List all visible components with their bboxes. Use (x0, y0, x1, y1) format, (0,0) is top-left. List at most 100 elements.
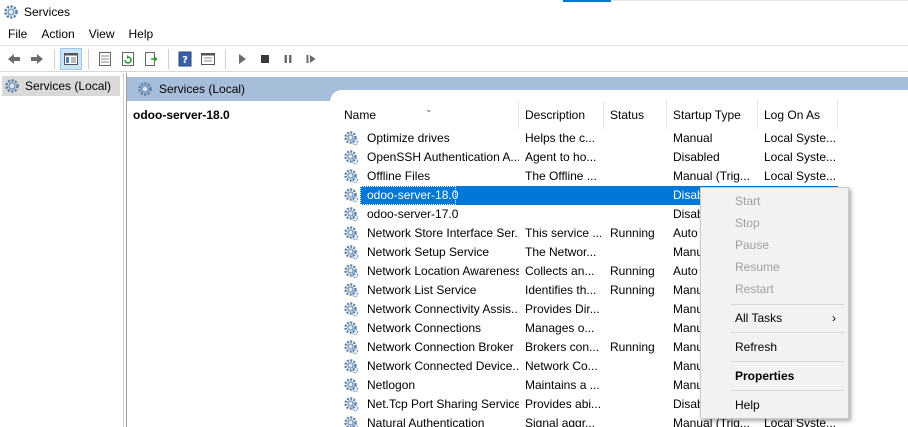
context-menu-separator (731, 361, 844, 362)
resume-service-button[interactable] (300, 48, 322, 70)
start-service-button[interactable] (231, 48, 253, 70)
cell-name: Network Connections (367, 321, 482, 335)
export-button[interactable] (140, 48, 162, 70)
context-menu-pause[interactable]: Pause (701, 234, 848, 256)
cell-status (610, 357, 665, 376)
svg-text:?: ? (182, 55, 188, 66)
toolbar: ? (0, 45, 908, 72)
cell-name: Network Connectivity Assis... (367, 302, 519, 316)
context-menu-stop[interactable]: Stop (701, 212, 848, 234)
console-tree: Services (Local) (0, 73, 124, 427)
cell-description: Provides Dir... (525, 302, 600, 316)
cell-name: Network List Service (367, 283, 477, 297)
cell-status: Running (610, 226, 655, 240)
cell-status (610, 376, 665, 395)
cell-startup: Manual (Trig... (673, 169, 750, 183)
cell-name: Network Connection Broker (367, 340, 514, 354)
arrow-left-icon (8, 53, 20, 64)
cell-description: Maintains a ... (525, 378, 600, 392)
toolbar-separator (88, 48, 89, 69)
context-menu-resume[interactable]: Resume (701, 256, 848, 278)
table-row[interactable]: OpenSSH Authentication A... Agent to ho..… (338, 148, 908, 167)
selected-service-title: odoo-server-18.0 (133, 108, 230, 122)
menu-action[interactable]: Action (34, 27, 81, 41)
cell-name: odoo-server-18.0 (367, 188, 459, 202)
context-menu-all-tasks[interactable]: All Tasks › (701, 307, 848, 329)
context-menu: Start Stop Pause Resume Restart All Task… (700, 187, 849, 419)
gear-icon (344, 302, 359, 317)
toolbar-separator (168, 48, 169, 69)
toolbar-separator (225, 48, 226, 69)
export-list-icon (99, 51, 111, 66)
table-row[interactable]: Offline Files The Offline ... Manual (Trig… (338, 167, 908, 186)
column-header-status[interactable]: Status (604, 101, 667, 129)
cell-description: The Offline ... (525, 169, 597, 183)
cell-status (610, 319, 665, 338)
cell-description (525, 186, 601, 205)
pane-header-label: Services (Local) (159, 82, 246, 96)
context-menu-start[interactable]: Start (701, 190, 848, 212)
column-header-log-on-as[interactable]: Log On As (758, 101, 838, 129)
cell-name: OpenSSH Authentication A... (367, 150, 519, 164)
cell-description: Signal aggr... (525, 416, 596, 427)
context-menu-separator (731, 332, 844, 333)
resume-icon (306, 54, 316, 63)
help-button[interactable]: ? (174, 48, 196, 70)
stop-service-button[interactable] (254, 48, 276, 70)
arrow-right-icon (31, 53, 43, 64)
cell-description (525, 205, 601, 224)
context-menu-refresh[interactable]: Refresh (701, 336, 848, 358)
pause-icon (284, 54, 292, 63)
gear-icon (344, 359, 359, 374)
gear-icon (344, 264, 359, 279)
cell-name: odoo-server-17.0 (367, 207, 459, 221)
cell-status (610, 129, 665, 148)
refresh-button[interactable] (117, 48, 139, 70)
cell-name: Net.Tcp Port Sharing Service (367, 397, 519, 411)
sort-chevron-icon: ⌄ (425, 104, 433, 114)
cell-description: Collects an... (525, 264, 595, 278)
cell-description: Manages o... (525, 321, 595, 335)
context-menu-separator (731, 390, 844, 391)
column-header-label: Log On As (764, 108, 821, 122)
table-row[interactable]: Optimize drives Helps the c... Manual Local… (338, 129, 908, 148)
context-menu-all-tasks-label: All Tasks (735, 311, 783, 325)
title-accent (563, 0, 611, 2)
export-icon (145, 51, 158, 66)
cell-logon: Local Syste... (764, 131, 836, 145)
column-header-label: Description (525, 108, 586, 122)
toolbar-separator (54, 48, 55, 69)
tree-node-services-local[interactable]: Services (Local) (2, 76, 120, 96)
properties-view-button[interactable] (197, 48, 219, 70)
stop-icon (261, 54, 269, 63)
cell-status (610, 395, 665, 414)
gear-icon (344, 283, 359, 298)
context-menu-help[interactable]: Help (701, 394, 848, 416)
show-hide-console-tree-button[interactable] (60, 47, 82, 70)
menu-help[interactable]: Help (122, 27, 161, 41)
gear-icon (344, 378, 359, 393)
menu-file[interactable]: File (0, 27, 34, 41)
forward-button[interactable] (26, 48, 48, 70)
title-accent-line (611, 0, 908, 1)
context-menu-properties[interactable]: Properties (701, 365, 848, 387)
column-header-startup-type[interactable]: Startup Type (667, 101, 758, 129)
menu-view[interactable]: View (82, 27, 122, 41)
cell-status (610, 300, 665, 319)
cell-description: This service ... (525, 226, 601, 240)
cell-description: The Networ... (525, 245, 597, 259)
column-header-label: Status (610, 108, 645, 122)
play-icon (239, 53, 246, 64)
cell-description: Provides abi... (525, 397, 601, 411)
cell-status (610, 414, 665, 427)
refresh-icon (122, 51, 134, 66)
export-list-button[interactable] (94, 48, 116, 70)
help-icon: ? (178, 51, 192, 66)
cell-status (610, 186, 665, 205)
cell-description: Network Co... (525, 359, 598, 373)
context-menu-restart[interactable]: Restart (701, 278, 848, 300)
pause-service-button[interactable] (277, 48, 299, 70)
column-header-name[interactable]: Name ⌄ (338, 101, 519, 129)
back-button[interactable] (3, 48, 25, 70)
column-header-description[interactable]: Description (519, 101, 604, 129)
